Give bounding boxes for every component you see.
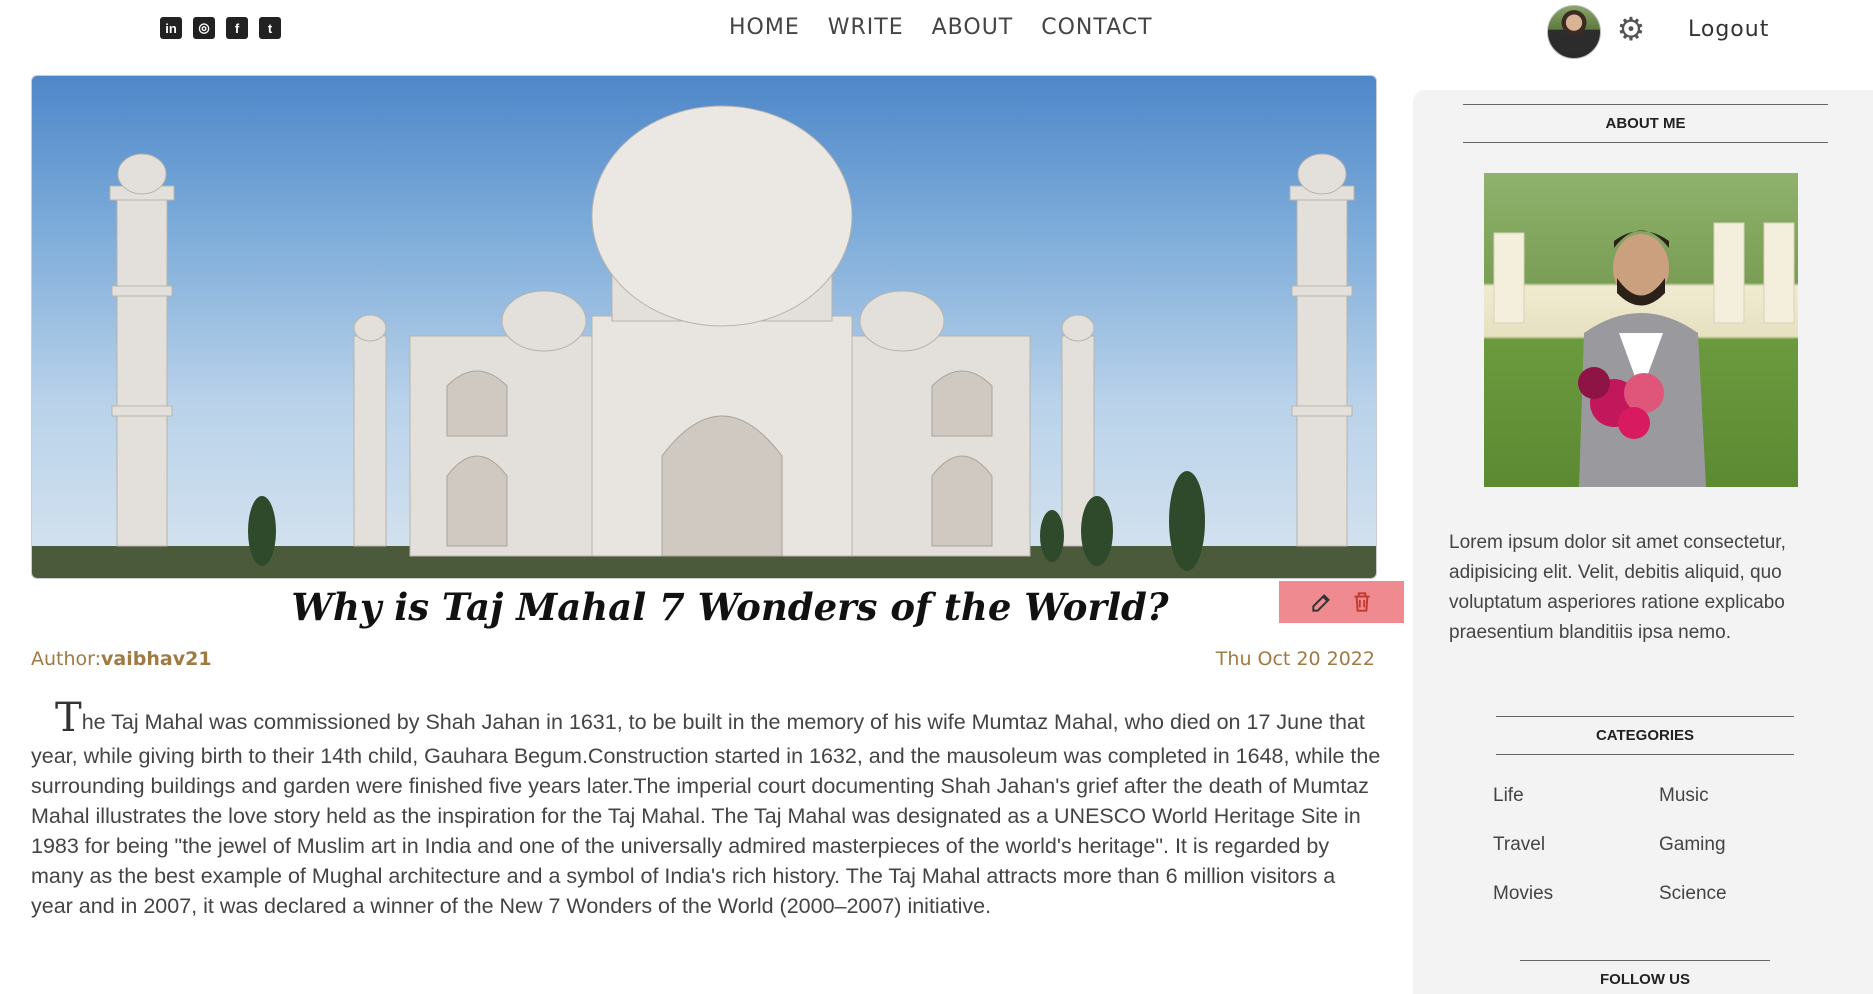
author-name[interactable]: vaibhav21 [101, 648, 212, 670]
follow-us-title: FOLLOW US [1520, 960, 1770, 988]
category-travel[interactable]: Travel [1493, 834, 1545, 856]
about-me-title: ABOUT ME [1463, 104, 1828, 143]
author-prefix: Author: [31, 648, 102, 670]
post-actions [1279, 581, 1404, 623]
portrait-illustration [1493, 222, 1795, 487]
top-bar: in ◎ f t HOME WRITE ABOUT CONTACT ⚙ Logo… [0, 0, 1873, 60]
post-body-text: he Taj Mahal was commissioned by Shah Ja… [31, 710, 1381, 918]
category-music[interactable]: Music [1659, 785, 1709, 807]
post-title: Why is Taj Mahal 7 Wonders of the World? [291, 585, 1169, 629]
nav-write[interactable]: WRITE [828, 15, 904, 40]
edit-icon[interactable] [1309, 589, 1335, 615]
facebook-icon[interactable]: f [226, 17, 248, 39]
category-gaming[interactable]: Gaming [1659, 834, 1726, 856]
linkedin-icon[interactable]: in [160, 17, 182, 39]
category-science[interactable]: Science [1659, 883, 1727, 905]
nav-contact[interactable]: CONTACT [1041, 15, 1152, 40]
nav-home[interactable]: HOME [729, 15, 800, 40]
category-movies[interactable]: Movies [1493, 883, 1553, 905]
drop-cap: T [55, 695, 82, 741]
categories-title: CATEGORIES [1496, 716, 1794, 755]
post-author: Author:vaibhav21 [31, 648, 212, 670]
main-nav: HOME WRITE ABOUT CONTACT [729, 15, 1153, 40]
avatar[interactable] [1547, 5, 1601, 59]
logout-button[interactable]: Logout [1688, 17, 1769, 42]
post-date: Thu Oct 20 2022 [1215, 648, 1375, 670]
taj-mahal-image [32, 105, 1376, 578]
social-links: in ◎ f t [160, 17, 281, 39]
nav-about[interactable]: ABOUT [932, 15, 1014, 40]
about-me-image [1484, 173, 1798, 487]
trash-icon[interactable] [1349, 589, 1375, 615]
instagram-icon[interactable]: ◎ [193, 17, 215, 39]
twitter-icon[interactable]: t [259, 17, 281, 39]
post-hero-image [31, 75, 1377, 579]
post-body: The Taj Mahal was commissioned by Shah J… [31, 695, 1381, 921]
gear-icon[interactable]: ⚙ [1614, 12, 1648, 46]
about-me-text: Lorem ipsum dolor sit amet consectetur, … [1449, 532, 1786, 643]
category-life[interactable]: Life [1493, 785, 1524, 807]
